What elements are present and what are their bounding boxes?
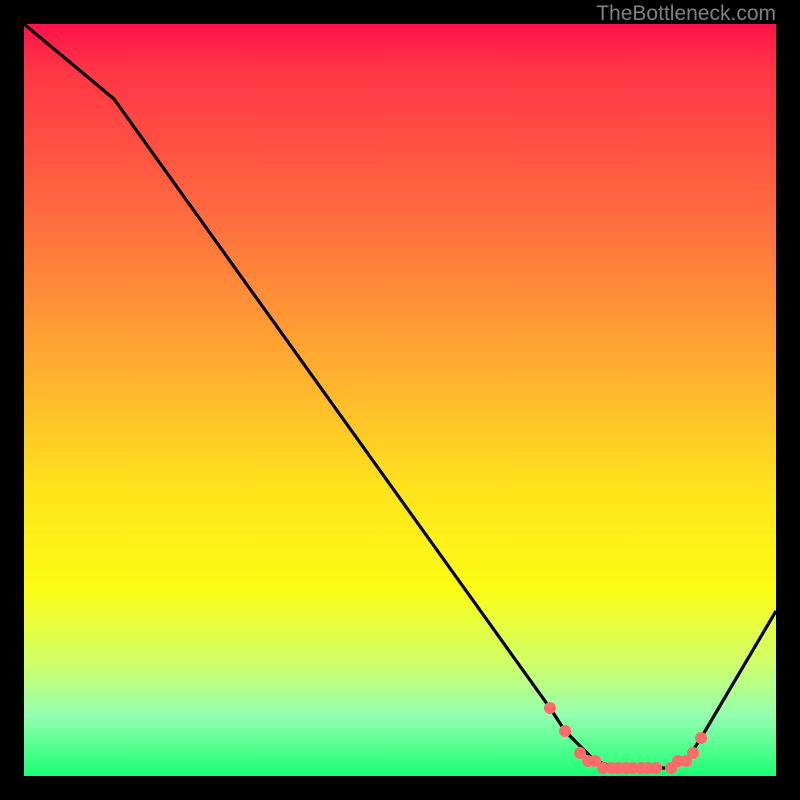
plot-area: [24, 24, 776, 776]
marker-dot: [559, 725, 571, 737]
marker-group: [544, 702, 707, 774]
chart-container: TheBottleneck.com: [0, 0, 800, 800]
marker-dot: [695, 732, 707, 744]
attribution-label: TheBottleneck.com: [596, 2, 776, 26]
chart-svg: [24, 24, 776, 776]
bottleneck-curve: [24, 24, 776, 768]
marker-dot: [650, 762, 662, 774]
marker-dot: [544, 702, 556, 714]
marker-dot: [687, 747, 699, 759]
